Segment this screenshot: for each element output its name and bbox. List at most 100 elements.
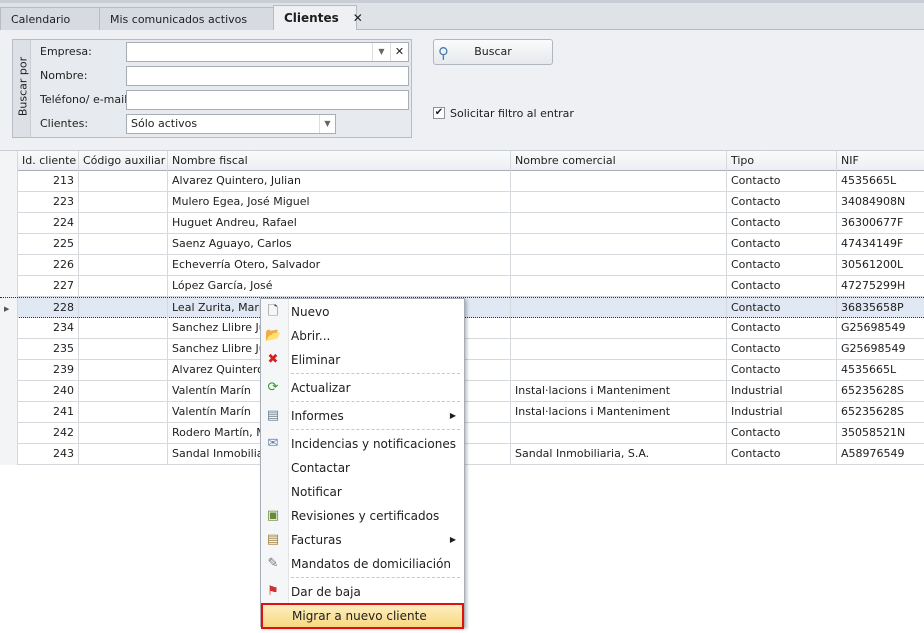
close-icon[interactable]: ✕	[353, 11, 363, 25]
menu-item-actualizar[interactable]: ⟳ Actualizar	[261, 376, 464, 400]
cell-id: 224	[18, 213, 79, 234]
cell-id: 234	[18, 318, 79, 339]
menu-item-label: Mandatos de domiciliación	[291, 557, 452, 571]
row-indicator[interactable]	[0, 192, 18, 213]
table-row[interactable]: 213 Alvarez Quintero, Julian Contacto 45356…	[0, 171, 924, 192]
tab-mis-comunicados[interactable]: Mis comunicados activos	[99, 7, 274, 31]
menu-item-label: Incidencias y notificaciones	[291, 437, 456, 451]
cell-tipo: Contacto	[727, 298, 837, 319]
chevron-down-icon[interactable]: ▼	[372, 43, 390, 61]
context-menu: 🗋 Nuevo 📂 Abrir... ✖ Eliminar ⟳ Actualizar ▤ Info…	[260, 298, 465, 629]
cell-id: 240	[18, 381, 79, 402]
report-icon: ▤	[266, 408, 280, 423]
refresh-icon: ⟳	[267, 380, 279, 395]
row-indicator[interactable]	[0, 318, 18, 339]
cell-fiscal: Alvarez Quintero, Julian	[168, 171, 511, 192]
tab-calendario[interactable]: Calendario	[0, 7, 100, 31]
col-header-comercial[interactable]: Nombre comercial	[511, 151, 727, 172]
menu-item-abrir[interactable]: 📂 Abrir...	[261, 324, 464, 348]
menu-item-informes[interactable]: ▤ Informes ▶	[261, 404, 464, 428]
row-indicator[interactable]	[0, 402, 18, 423]
cell-nif: 36300677F	[841, 216, 904, 229]
tab-clientes[interactable]: Clientes ✕	[273, 5, 363, 33]
row-indicator[interactable]	[0, 255, 18, 276]
cell-id: 228	[18, 298, 79, 319]
menu-item-migrar-a-nuevo-cliente[interactable]: Migrar a nuevo cliente	[261, 603, 464, 629]
col-header-nif[interactable]: NIF	[837, 151, 924, 172]
clientes-value: Sólo activos	[131, 117, 198, 130]
row-indicator[interactable]	[0, 444, 18, 465]
table-row[interactable]: 225 Saenz Aguayo, Carlos Contacto 47434149F	[0, 234, 924, 255]
menu-item-contactar[interactable]: Contactar	[261, 456, 464, 480]
cell-aux	[79, 298, 168, 319]
cell-fiscal: López García, José	[168, 276, 511, 297]
menu-item-label: Contactar	[291, 461, 350, 475]
group-label-text: Buscar por	[16, 56, 30, 117]
cell-nif: 65235628S	[841, 405, 904, 418]
cell-fiscal: Saenz Aguayo, Carlos	[168, 234, 511, 255]
menu-item-facturas[interactable]: ▤ Facturas ▶	[261, 528, 464, 552]
row-indicator[interactable]	[0, 234, 18, 255]
table-row[interactable]: 224 Huguet Andreu, Rafael Contacto 36300677…	[0, 213, 924, 234]
cell-id: 241	[18, 402, 79, 423]
telefono-input[interactable]	[126, 90, 409, 110]
cell-tipo: Contacto	[727, 423, 837, 444]
menu-item-notificar[interactable]: Notificar	[261, 480, 464, 504]
cell-aux	[79, 402, 168, 423]
delete-icon: ✖	[267, 352, 279, 367]
cell-nif: 35058521N	[841, 426, 906, 439]
search-group-label: Buscar por	[13, 40, 31, 137]
table-row[interactable]: 227 López García, José Contacto 47275299H	[0, 276, 924, 297]
col-header-id[interactable]: Id. cliente	[18, 151, 79, 172]
nombre-input[interactable]	[126, 66, 409, 86]
row-indicator[interactable]	[0, 339, 18, 360]
incidents-icon: ✉	[267, 436, 279, 451]
cell-tipo: Contacto	[727, 192, 837, 213]
cell-nif: 34084908N	[841, 195, 906, 208]
row-indicator[interactable]: ▶	[0, 298, 18, 319]
clear-icon[interactable]: ✕	[390, 43, 408, 61]
menu-item-nuevo[interactable]: 🗋 Nuevo	[261, 300, 464, 324]
row-indicator[interactable]	[0, 213, 18, 234]
nombre-label: Nombre:	[40, 69, 88, 82]
cell-comercial	[511, 213, 727, 234]
menu-item-mandatos-de-domiciliación[interactable]: ✎ Mandatos de domiciliación	[261, 552, 464, 576]
tab-label: Clientes	[284, 11, 339, 25]
cell-nif: 47434149F	[841, 237, 904, 250]
buscar-button[interactable]: ⚲ Buscar	[433, 39, 553, 65]
cell-fiscal: Mulero Egea, José Miguel	[168, 192, 511, 213]
cell-comercial	[511, 360, 727, 381]
table-row[interactable]: 226 Echeverría Otero, Salvador Contacto 305…	[0, 255, 924, 276]
grid-header: Id. cliente Código auxiliar Nombre fisca…	[0, 150, 924, 172]
menu-item-incidencias-y-notificaciones[interactable]: ✉ Incidencias y notificaciones	[261, 432, 464, 456]
menu-item-label: Dar de baja	[291, 585, 361, 599]
col-header-aux[interactable]: Código auxiliar	[79, 151, 168, 172]
row-indicator[interactable]	[0, 360, 18, 381]
chevron-down-icon[interactable]: ▼	[319, 115, 335, 133]
row-indicator[interactable]	[0, 171, 18, 192]
cell-nif: G25698549	[841, 342, 906, 355]
cell-comercial: Instal·lacions i Manteniment	[511, 402, 727, 423]
menu-item-eliminar[interactable]: ✖ Eliminar	[261, 348, 464, 372]
row-pointer-icon: ▶	[4, 305, 10, 313]
row-indicator[interactable]	[0, 276, 18, 297]
col-header-fiscal[interactable]: Nombre fiscal	[168, 151, 511, 172]
solicitar-checkbox[interactable]: ✔	[433, 107, 445, 119]
cell-fiscal: Huguet Andreu, Rafael	[168, 213, 511, 234]
row-indicator[interactable]	[0, 381, 18, 402]
cell-id: 239	[18, 360, 79, 381]
clientes-select[interactable]: Sólo activos ▼	[126, 114, 336, 134]
cell-nif: 47275299H	[841, 279, 906, 292]
menu-item-dar-de-baja[interactable]: ⚑ Dar de baja	[261, 580, 464, 604]
row-indicator[interactable]	[0, 423, 18, 444]
table-row[interactable]: 223 Mulero Egea, José Miguel Contacto 34084…	[0, 192, 924, 213]
cell-tipo: Contacto	[727, 171, 837, 192]
cell-aux	[79, 192, 168, 213]
menu-item-revisiones-y-certificados[interactable]: ▣ Revisiones y certificados	[261, 504, 464, 528]
cell-comercial	[511, 298, 727, 319]
col-header-tipo[interactable]: Tipo	[727, 151, 837, 172]
tab-label: Calendario	[11, 13, 71, 26]
cell-id: 223	[18, 192, 79, 213]
empresa-combo[interactable]: ▼ ✕	[126, 42, 409, 62]
cell-tipo: Contacto	[727, 213, 837, 234]
